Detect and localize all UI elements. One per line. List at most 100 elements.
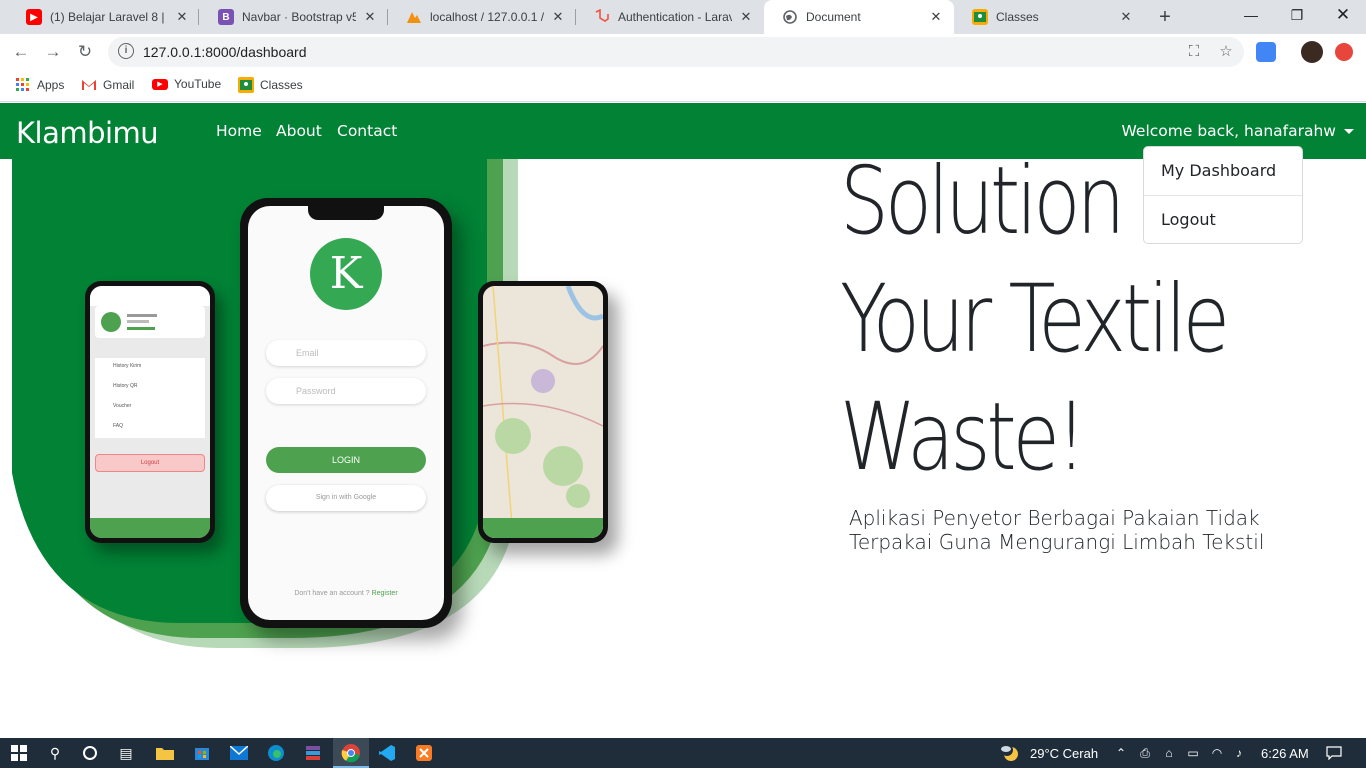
volume-icon[interactable]: ♪ bbox=[1229, 743, 1249, 763]
weather-text[interactable]: 29°C Cerah bbox=[1030, 746, 1098, 761]
close-icon[interactable]: ✕ bbox=[1118, 9, 1134, 25]
classroom-icon bbox=[972, 9, 988, 25]
tab-document[interactable]: Document ✕ bbox=[764, 0, 954, 34]
welcome-text: Welcome back, hanafarahw bbox=[1121, 122, 1337, 140]
weather-moon-icon[interactable] bbox=[1000, 743, 1020, 763]
forward-button[interactable]: → bbox=[41, 40, 65, 64]
bookmark-youtube[interactable]: ▶ YouTube bbox=[152, 77, 221, 91]
nav-link-contact[interactable]: Contact bbox=[337, 122, 397, 140]
phone-mockup-map bbox=[478, 281, 608, 543]
search-icon[interactable]: ⚲ bbox=[45, 743, 65, 763]
new-tab-button[interactable]: + bbox=[1153, 5, 1177, 29]
tab-classes[interactable]: Classes ✕ bbox=[954, 0, 1144, 34]
url-text: 127.0.0.1:8000/dashboard bbox=[143, 44, 307, 60]
browser-toolbar: ← → ↻ i 127.0.0.1:8000/dashboard ⛶ ☆ bbox=[0, 34, 1366, 70]
nav-link-about[interactable]: About bbox=[276, 122, 322, 140]
close-icon[interactable]: ✕ bbox=[550, 9, 566, 25]
tab-authentication-laravel[interactable]: Authentication - Larave ✕ bbox=[576, 0, 764, 34]
vscode-icon[interactable] bbox=[377, 743, 397, 763]
dropdown-item-my-dashboard[interactable]: My Dashboard bbox=[1161, 161, 1276, 180]
phone-password-field: Password bbox=[266, 378, 426, 404]
bookmark-label: Apps bbox=[37, 78, 65, 92]
tab-title: Classes bbox=[996, 10, 1039, 24]
file-explorer-icon[interactable] bbox=[155, 743, 175, 763]
translate-extension-icon[interactable] bbox=[1256, 42, 1276, 62]
meet-now-icon[interactable]: ⎙ bbox=[1135, 743, 1155, 763]
phone-mockup-profile: History Kirim History QR Voucher FAQ Log… bbox=[85, 281, 215, 543]
info-icon[interactable]: i bbox=[118, 43, 134, 59]
close-icon[interactable]: ✕ bbox=[362, 9, 378, 25]
nav-link-home[interactable]: Home bbox=[216, 122, 262, 140]
phone-google-button: Sign in with Google bbox=[266, 485, 426, 511]
caret-down-icon bbox=[1344, 128, 1354, 134]
chevron-up-icon[interactable]: ⌃ bbox=[1111, 743, 1131, 763]
bookmark-apps[interactable]: Apps bbox=[15, 77, 64, 93]
gmail-icon bbox=[81, 77, 97, 93]
phone-email-field: Email bbox=[266, 340, 426, 366]
bookmark-label: YouTube bbox=[174, 77, 222, 91]
notifications-icon[interactable] bbox=[1324, 743, 1344, 763]
restore-button[interactable]: ❐ bbox=[1274, 0, 1320, 30]
bookmark-gmail[interactable]: Gmail bbox=[81, 77, 134, 93]
user-dropdown-menu: My Dashboard Logout bbox=[1143, 146, 1303, 244]
bookmarks-bar: Apps Gmail ▶ YouTube Classes bbox=[0, 70, 1366, 102]
battery-icon[interactable]: ▭ bbox=[1183, 743, 1203, 763]
dropdown-item-logout[interactable]: Logout bbox=[1161, 210, 1216, 229]
close-icon[interactable]: ✕ bbox=[738, 9, 754, 25]
wifi-icon[interactable]: ◠ bbox=[1207, 743, 1227, 763]
xampp-icon[interactable] bbox=[414, 743, 434, 763]
bootstrap-icon: B bbox=[218, 9, 234, 25]
tab-belajar-laravel[interactable]: ▶ (1) Belajar Laravel 8 | 20 ✕ bbox=[8, 0, 200, 34]
winrar-icon[interactable] bbox=[303, 743, 323, 763]
edge-icon[interactable] bbox=[266, 743, 286, 763]
tab-title: localhost / 127.0.0.1 / la bbox=[430, 10, 544, 24]
phpmyadmin-icon bbox=[406, 9, 422, 25]
app-logo-icon: K bbox=[310, 238, 382, 310]
windows-start-icon[interactable] bbox=[9, 743, 29, 763]
tab-title: Authentication - Larave bbox=[618, 10, 732, 24]
task-view-icon[interactable]: ▤ bbox=[116, 743, 136, 763]
classroom-icon bbox=[238, 77, 254, 93]
mail-icon[interactable] bbox=[229, 743, 249, 763]
phone-mockup-login: K Email Password LOGIN Sign in with Goog… bbox=[240, 198, 452, 628]
phone-login-button: LOGIN bbox=[266, 447, 426, 473]
address-bar[interactable]: i 127.0.0.1:8000/dashboard ⛶ ☆ bbox=[108, 37, 1244, 67]
menu-item: Voucher bbox=[113, 403, 132, 409]
bookmark-label: Gmail bbox=[103, 78, 135, 92]
headline-line: Waste! bbox=[840, 383, 1087, 492]
reload-button[interactable]: ↻ bbox=[73, 40, 97, 64]
minimize-button[interactable]: — bbox=[1228, 0, 1274, 30]
close-window-button[interactable]: ✕ bbox=[1320, 0, 1366, 30]
clock-time[interactable]: 6:26 AM bbox=[1261, 746, 1309, 761]
network-adapter-icon[interactable]: ⌂ bbox=[1159, 743, 1179, 763]
tab-navbar-bootstrap[interactable]: B Navbar · Bootstrap v5.2 ✕ bbox=[200, 0, 388, 34]
hero-subtext: Aplikasi Penyetor Berbagai Pakaian Tidak… bbox=[849, 506, 1265, 554]
store-icon[interactable] bbox=[192, 743, 212, 763]
chrome-taskbar-active[interactable] bbox=[333, 738, 369, 768]
phone-register-text: Don't have an account ? Register bbox=[248, 590, 444, 597]
tab-title: Document bbox=[806, 10, 861, 24]
youtube-icon: ▶ bbox=[152, 78, 168, 90]
tab-title: Navbar · Bootstrap v5.2 bbox=[242, 10, 356, 24]
bookmark-classes[interactable]: Classes bbox=[238, 77, 303, 93]
update-icon[interactable] bbox=[1335, 43, 1353, 61]
register-link: Register bbox=[371, 590, 398, 597]
register-prompt: Don't have an account ? bbox=[294, 590, 370, 597]
tab-title: (1) Belajar Laravel 8 | 20 bbox=[50, 10, 168, 24]
tab-phpmyadmin[interactable]: localhost / 127.0.0.1 / la ✕ bbox=[388, 0, 576, 34]
bookmark-label: Classes bbox=[260, 78, 303, 92]
windows-taskbar: ⚲ ▤ 29°C Cerah ⌃ ⎙ ⌂ ▭ ◠ ♪ 6:26 AM bbox=[0, 738, 1366, 768]
close-icon[interactable]: ✕ bbox=[928, 9, 944, 25]
cortana-icon[interactable] bbox=[80, 743, 100, 763]
menu-item: History QR bbox=[113, 383, 138, 389]
translate-icon[interactable]: ⛶ bbox=[1184, 42, 1204, 62]
bookmark-star-icon[interactable]: ☆ bbox=[1216, 42, 1236, 62]
brand-logo[interactable]: Klambimu bbox=[16, 116, 159, 150]
menu-item: History Kirim bbox=[113, 363, 142, 369]
apps-grid-icon bbox=[15, 77, 31, 93]
profile-avatar[interactable] bbox=[1301, 41, 1323, 63]
back-button[interactable]: ← bbox=[9, 40, 33, 64]
close-icon[interactable]: ✕ bbox=[174, 9, 190, 25]
user-dropdown-toggle[interactable]: Welcome back, hanafarahw bbox=[1121, 122, 1354, 140]
youtube-icon: ▶ bbox=[26, 9, 42, 25]
